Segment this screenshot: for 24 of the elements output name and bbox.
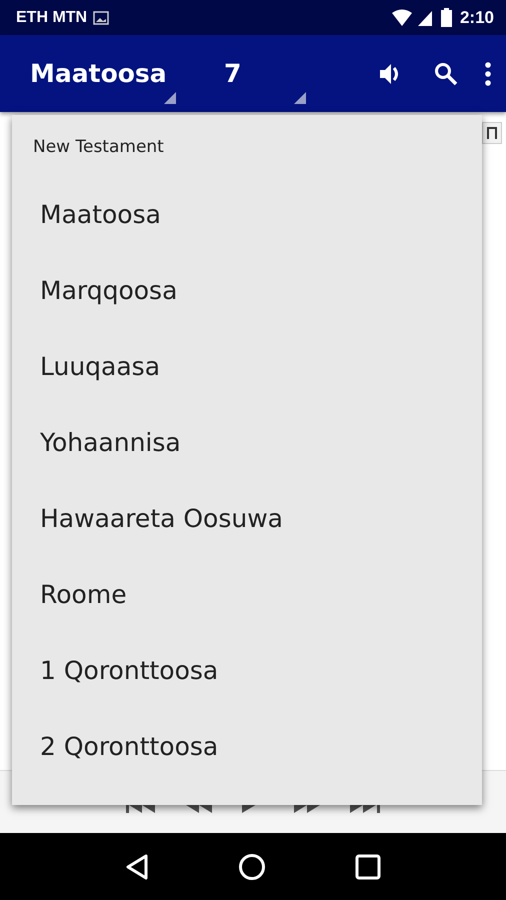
- home-icon[interactable]: [238, 852, 266, 880]
- image-notification-icon: [93, 10, 110, 24]
- clock-time: 2:10: [460, 8, 494, 28]
- book-menu-item[interactable]: Marqqoosa: [12, 253, 482, 329]
- more-options-button[interactable]: [484, 62, 492, 86]
- carrier-name: ETH MTN: [16, 8, 88, 26]
- search-icon: [434, 62, 458, 86]
- book-menu-item[interactable]: Yohaannisa: [12, 405, 482, 481]
- menu-icon: [484, 62, 492, 86]
- book-menu-item[interactable]: Roome: [12, 557, 482, 633]
- tab-icon: [487, 127, 497, 139]
- menu-heading: New Testament: [33, 137, 164, 159]
- book-menu-item[interactable]: Hawaareta Oosuwa: [12, 481, 482, 557]
- battery-icon: [440, 8, 452, 27]
- side-tab[interactable]: [482, 122, 502, 144]
- back-icon[interactable]: [124, 854, 149, 880]
- search-button[interactable]: [434, 62, 458, 86]
- book-menu-item[interactable]: 1 Qoronttoosa: [12, 633, 482, 709]
- recents-icon[interactable]: [355, 854, 382, 880]
- signal-icon: [416, 8, 433, 26]
- book-menu-item[interactable]: Luuqaasa: [12, 329, 482, 405]
- book-menu-item[interactable]: Maatoosa: [12, 177, 482, 253]
- book-menu-item[interactable]: 2 Qoronttoosa: [12, 709, 482, 785]
- wifi-icon: [390, 8, 413, 26]
